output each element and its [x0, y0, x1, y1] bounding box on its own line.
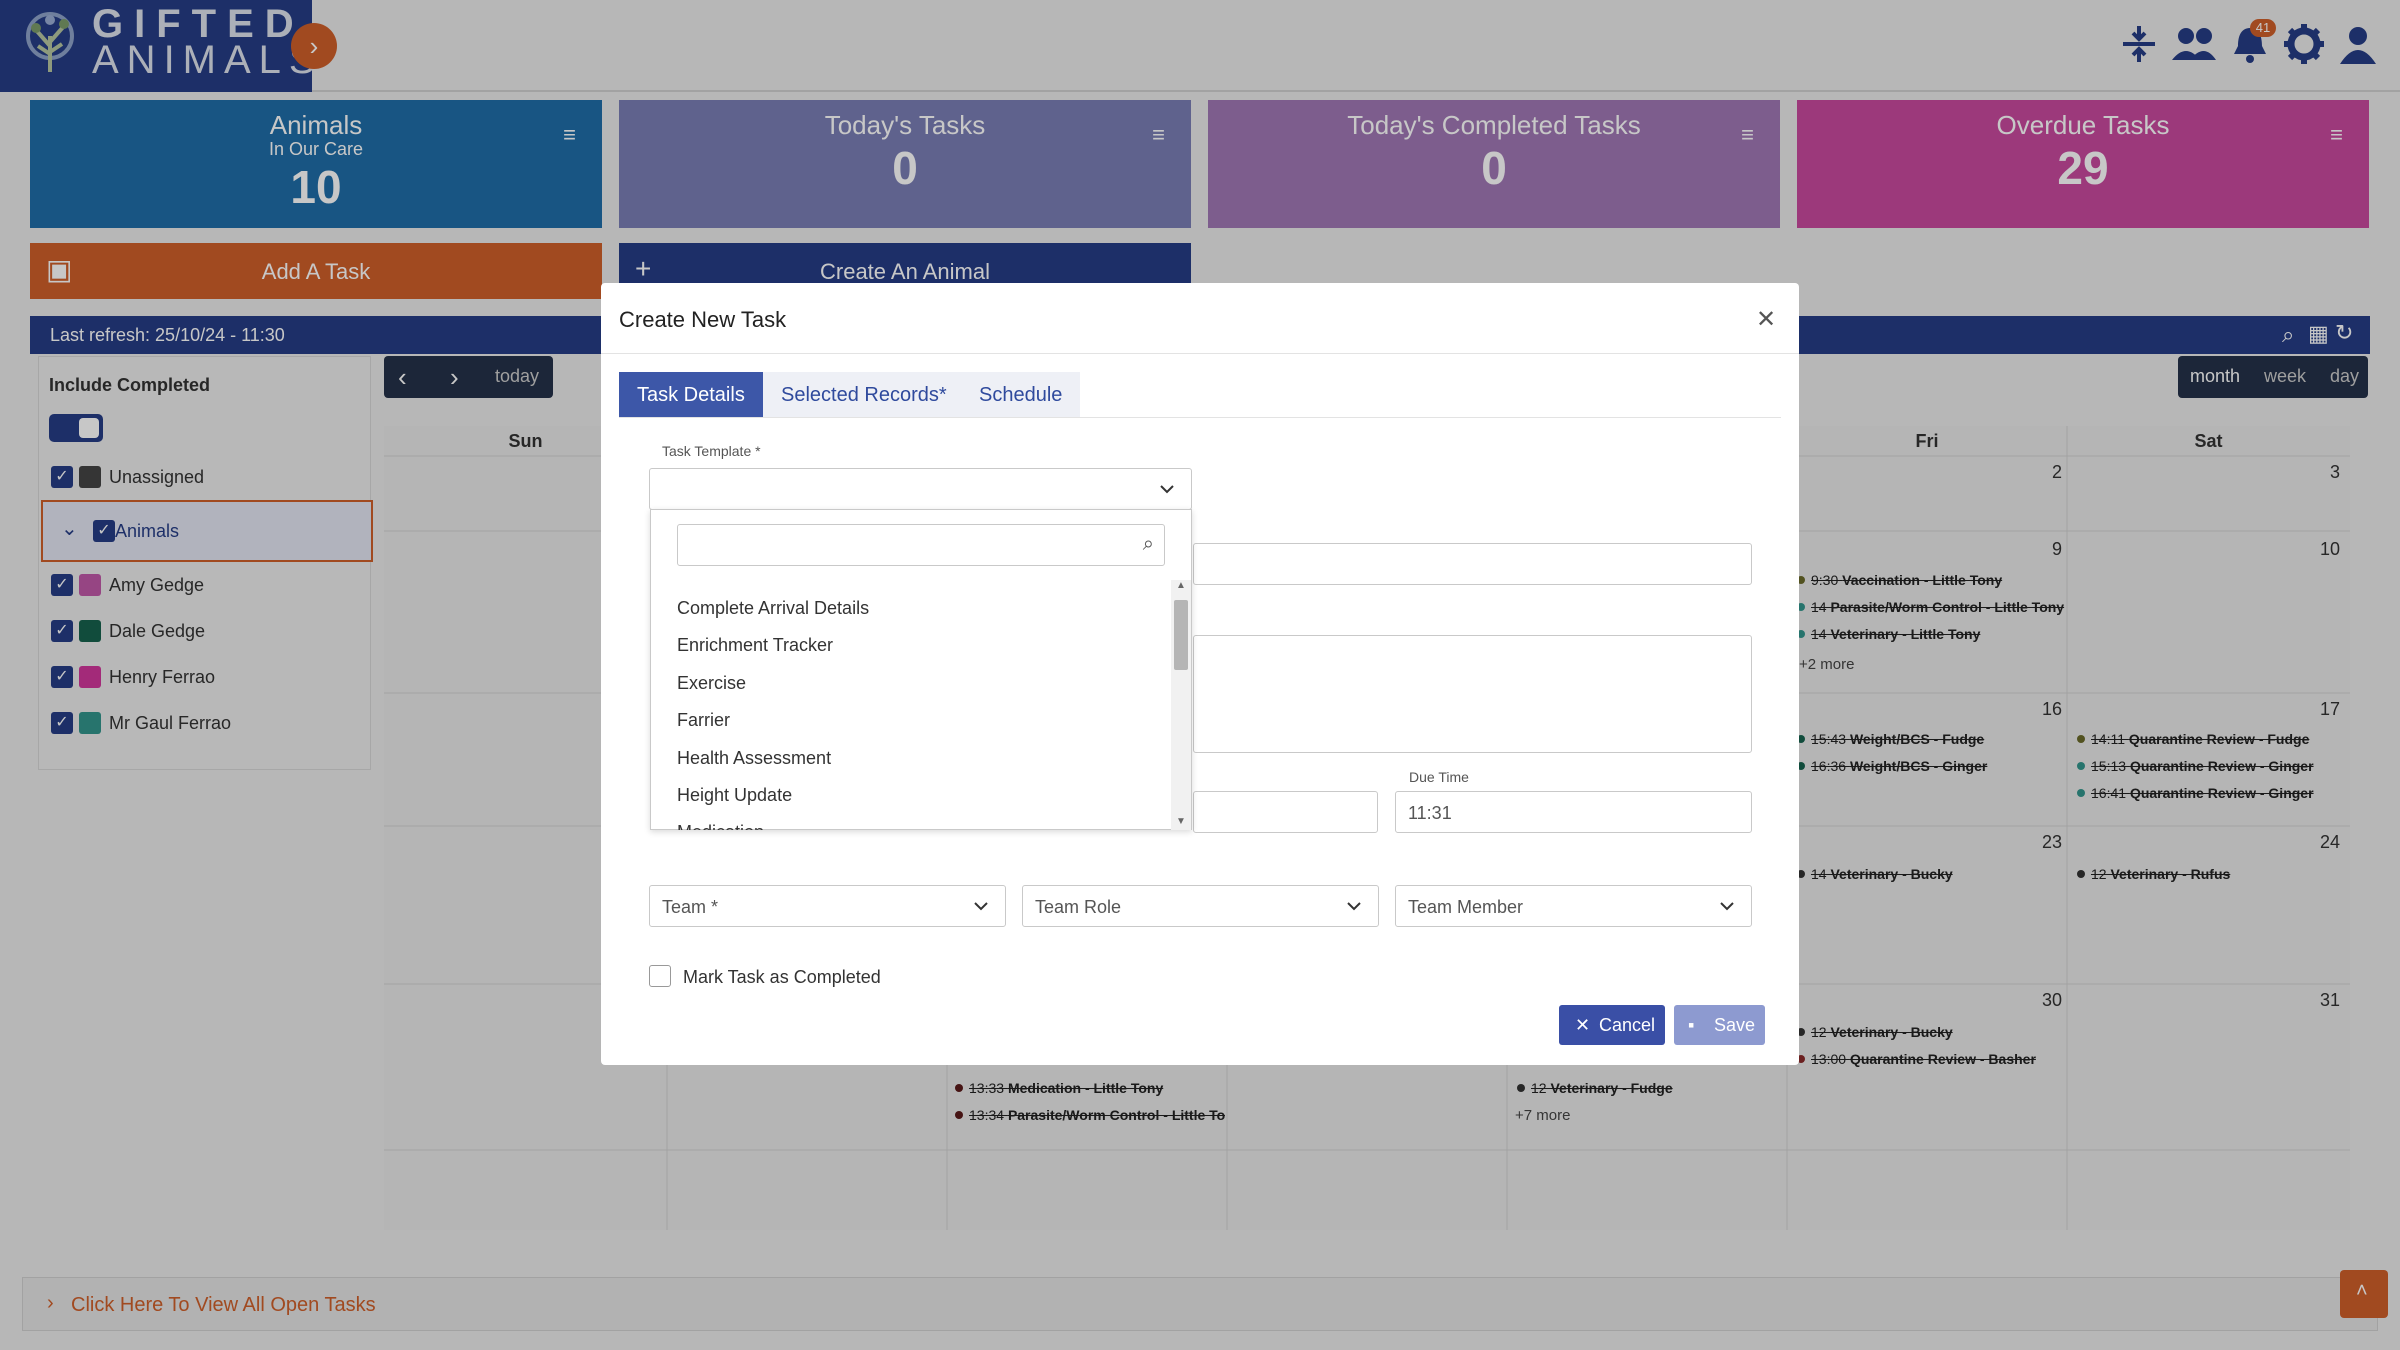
dropdown-scrollbar[interactable]: ▲ ▼: [1171, 580, 1191, 830]
search-icon: ⌕: [1142, 533, 1154, 555]
template-search-input[interactable]: ⌕: [677, 524, 1165, 566]
team-member-select[interactable]: Team Member: [1395, 885, 1752, 927]
tab-task-details[interactable]: Task Details: [619, 372, 763, 418]
task-template-label: Task Template *: [662, 443, 761, 459]
save-icon: ▪: [1688, 1015, 1695, 1035]
due-date-field[interactable]: [1193, 791, 1378, 833]
close-icon: ✕: [1575, 1015, 1591, 1035]
task-title-field[interactable]: [1193, 543, 1752, 585]
chevron-down-icon: [974, 902, 988, 911]
task-template-dropdown: ⌕ Complete Arrival Details Enrichment Tr…: [650, 509, 1192, 830]
template-option[interactable]: Height Update: [677, 785, 792, 806]
scrollbar-thumb[interactable]: [1174, 600, 1188, 670]
template-option[interactable]: Exercise: [677, 673, 746, 694]
modal-title: Create New Task: [619, 307, 787, 332]
template-option[interactable]: Medication: [677, 822, 764, 830]
close-icon[interactable]: ✕: [1756, 305, 1776, 334]
chevron-down-icon: [1347, 902, 1361, 911]
mark-completed-checkbox[interactable]: [649, 965, 671, 987]
chevron-down-icon: [1720, 902, 1734, 911]
scroll-up-icon[interactable]: ▲: [1176, 580, 1186, 591]
save-button[interactable]: ▪ Save: [1674, 1005, 1765, 1045]
team-role-select[interactable]: Team Role: [1022, 885, 1379, 927]
template-option[interactable]: Farrier: [677, 710, 730, 731]
tab-schedule[interactable]: Schedule: [961, 372, 1081, 418]
task-template-select[interactable]: [649, 468, 1192, 510]
task-notes-field[interactable]: [1193, 635, 1752, 753]
due-time-label: Due Time: [1409, 769, 1469, 785]
tabs-divider: [619, 417, 1781, 418]
team-select[interactable]: Team *: [649, 885, 1006, 927]
template-option[interactable]: Complete Arrival Details: [677, 598, 869, 619]
template-option[interactable]: Health Assessment: [677, 748, 831, 769]
modal-divider: [601, 353, 1799, 354]
due-time-field[interactable]: 11:31: [1395, 791, 1752, 833]
chevron-down-icon: [1160, 485, 1174, 494]
template-option[interactable]: Enrichment Tracker: [677, 635, 833, 656]
scroll-down-icon[interactable]: ▼: [1176, 816, 1186, 827]
cancel-button[interactable]: ✕ Cancel: [1559, 1005, 1665, 1045]
tab-selected-records[interactable]: Selected Records*: [763, 372, 965, 418]
template-options-list: Complete Arrival Details Enrichment Trac…: [651, 580, 1171, 830]
mark-completed-label: Mark Task as Completed: [683, 967, 881, 987]
